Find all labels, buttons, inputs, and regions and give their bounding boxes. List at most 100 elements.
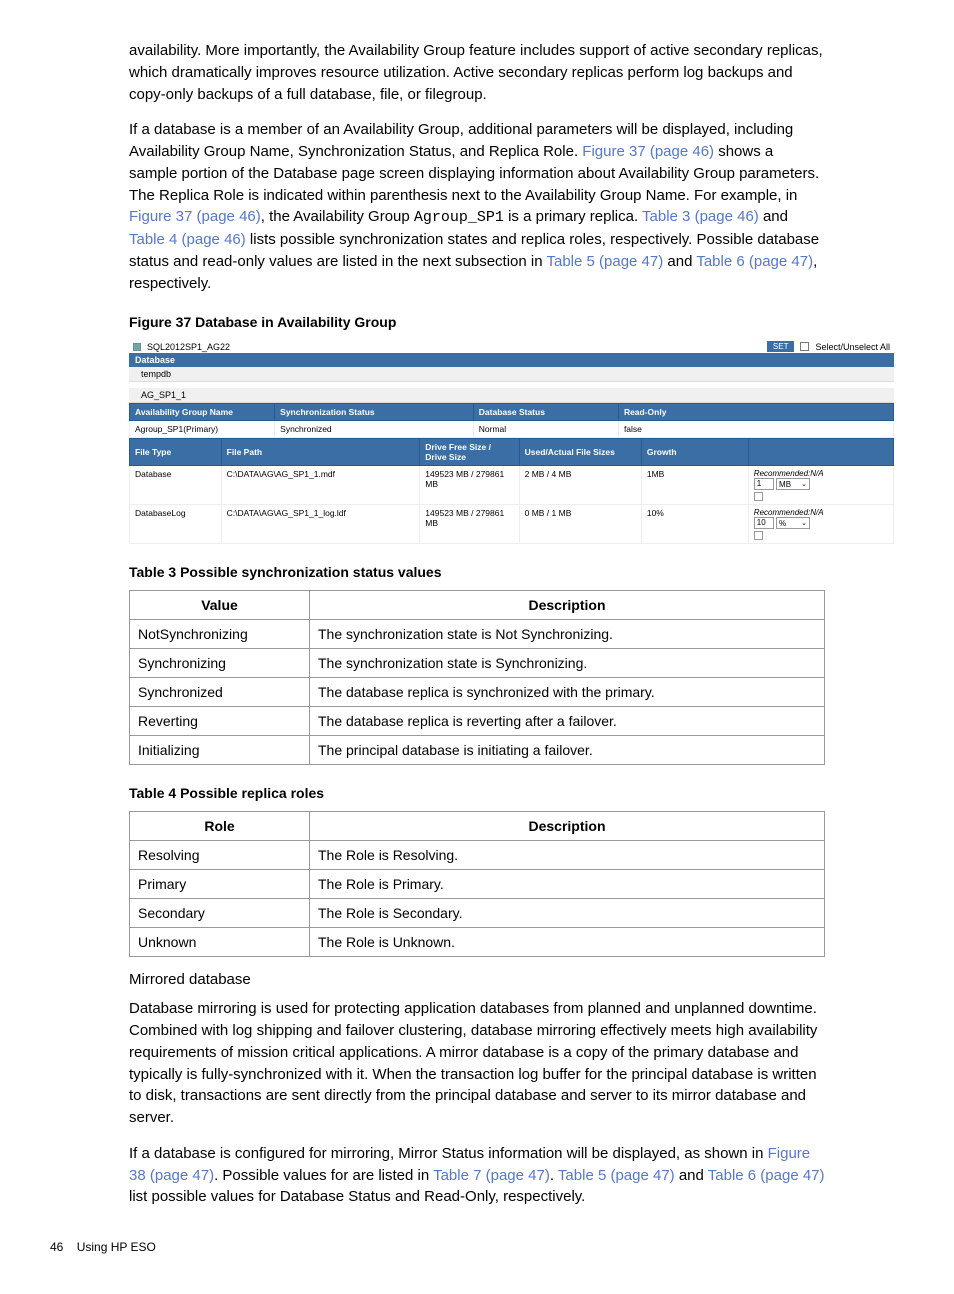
table-row: NotSynchronizingThe synchronization stat… [130,620,825,649]
cell-desc: The synchronization state is Synchronizi… [310,649,825,678]
link-table-4[interactable]: Table 4 (page 46) [129,231,246,248]
col-role: Role [130,812,310,841]
ag-sp1-row[interactable]: AG_SP1_1 [129,388,894,403]
table-row: ResolvingThe Role is Resolving. [130,841,825,870]
col-readonly: Read-Only [618,404,893,421]
text: If a database is configured for mirrorin… [129,1145,768,1162]
link-table-6[interactable]: Table 6 (page 47) [696,253,813,270]
col-file-path: File Path [221,439,420,466]
table-4-caption: Table 4 Possible replica roles [129,785,825,801]
cell-rec: Recommended:N/A 1 MB⌄ [748,466,893,505]
table-row: DatabaseLog C:\DATA\AG\AG_SP1_1_log.ldf … [130,505,894,544]
cell-desc: The Role is Secondary. [310,899,825,928]
apply-checkbox[interactable] [754,531,763,540]
table-row: InitializingThe principal database is in… [130,736,825,765]
table-row: SynchronizingThe synchronization state i… [130,649,825,678]
table-row: RevertingThe database replica is reverti… [130,707,825,736]
select-all-label: Select/Unselect All [815,342,890,352]
col-sync-status: Synchronization Status [275,404,474,421]
code-text: Agroup_SP1 [414,209,504,226]
database-header: Database [129,353,894,367]
cell: 10% [641,505,748,544]
unit-label: % [779,519,786,528]
growth-value-input[interactable]: 1 [754,478,774,490]
col-rec [748,439,893,466]
database-icon [133,343,141,351]
cell-value: Unknown [130,928,310,957]
cell: C:\DATA\AG\AG_SP1_1_log.ldf [221,505,420,544]
cell-desc: The Role is Unknown. [310,928,825,957]
growth-value-input[interactable]: 10 [754,517,774,529]
table-row: SecondaryThe Role is Secondary. [130,899,825,928]
rec-label: Recommended:N/A [754,469,824,478]
cell: Synchronized [275,421,474,438]
growth-unit-select[interactable]: %⌄ [776,517,810,529]
col-drive-size: Drive Free Size / Drive Size [420,439,519,466]
col-description: Description [310,591,825,620]
cell-desc: The synchronization state is Not Synchro… [310,620,825,649]
cell: 0 MB / 1 MB [519,505,641,544]
cell-value: Primary [130,870,310,899]
table-row: UnknownThe Role is Unknown. [130,928,825,957]
text: is a primary replica. [504,208,642,225]
col-description: Description [310,812,825,841]
cell: DatabaseLog [130,505,222,544]
text: and [675,1167,708,1184]
cell-desc: The principal database is initiating a f… [310,736,825,765]
link-figure-37a[interactable]: Figure 37 (page 46) [582,143,714,160]
growth-unit-select[interactable]: MB⌄ [776,478,810,490]
cell-value: Synchronized [130,678,310,707]
cell-desc: The Role is Resolving. [310,841,825,870]
mirrored-database-heading: Mirrored database [129,971,825,988]
chevron-down-icon: ⌄ [799,519,809,527]
col-ag-name: Availability Group Name [130,404,275,421]
cell-desc: The database replica is synchronized wit… [310,678,825,707]
paragraph-1: availability. More importantly, the Avai… [129,40,825,105]
tempdb-row[interactable]: tempdb [129,367,894,382]
col-file-type: File Type [130,439,222,466]
col-db-status: Database Status [473,404,618,421]
cell-desc: The Role is Primary. [310,870,825,899]
cell: C:\DATA\AG\AG_SP1_1.mdf [221,466,420,505]
text: . [550,1167,558,1184]
cell: 149523 MB / 279861 MB [420,505,519,544]
page-number: 46 [50,1240,63,1254]
cell-rec: Recommended:N/A 10 %⌄ [748,505,893,544]
cell-value: NotSynchronizing [130,620,310,649]
table-row: SynchronizedThe database replica is sync… [130,678,825,707]
footer-label: Using HP ESO [77,1240,156,1254]
text: list possible values for Database Status… [129,1188,585,1205]
cell-value: Synchronizing [130,649,310,678]
fig-table-1: Availability Group Name Synchronization … [129,403,894,438]
link-table-5[interactable]: Table 5 (page 47) [546,253,663,270]
table-row: PrimaryThe Role is Primary. [130,870,825,899]
cell: Agroup_SP1(Primary) [130,421,275,438]
rec-label: Recommended:N/A [754,508,824,517]
text: , the Availability Group [261,208,414,225]
ag-label: AG_SP1_1 [141,390,186,400]
cell-value: Initializing [130,736,310,765]
fig-table-2: File Type File Path Drive Free Size / Dr… [129,438,894,544]
link-figure-37b[interactable]: Figure 37 (page 46) [129,208,261,225]
figure-37-caption: Figure 37 Database in Availability Group [129,314,825,330]
table-row: Agroup_SP1(Primary) Synchronized Normal … [130,421,894,438]
link-table-5b[interactable]: Table 5 (page 47) [558,1167,675,1184]
cell: 149523 MB / 279861 MB [420,466,519,505]
apply-checkbox[interactable] [754,492,763,501]
link-table-7[interactable]: Table 7 (page 47) [433,1167,550,1184]
cell: Normal [473,421,618,438]
figure-37: SQL2012SP1_AG22 SET Select/Unselect All … [129,340,894,544]
select-all-checkbox[interactable] [800,342,809,351]
table-4: Role Description ResolvingThe Role is Re… [129,811,825,957]
text: and [663,253,696,270]
db-label: tempdb [141,369,171,379]
link-table-6b[interactable]: Table 6 (page 47) [708,1167,825,1184]
cell-value: Resolving [130,841,310,870]
link-table-3[interactable]: Table 3 (page 46) [642,208,759,225]
cell: Database [130,466,222,505]
paragraph-2: If a database is a member of an Availabi… [129,119,825,294]
set-button[interactable]: SET [767,341,795,352]
text: . Possible values for are listed in [214,1167,433,1184]
col-file-sizes: Used/Actual File Sizes [519,439,641,466]
paragraph-3: Database mirroring is used for protectin… [129,998,825,1129]
